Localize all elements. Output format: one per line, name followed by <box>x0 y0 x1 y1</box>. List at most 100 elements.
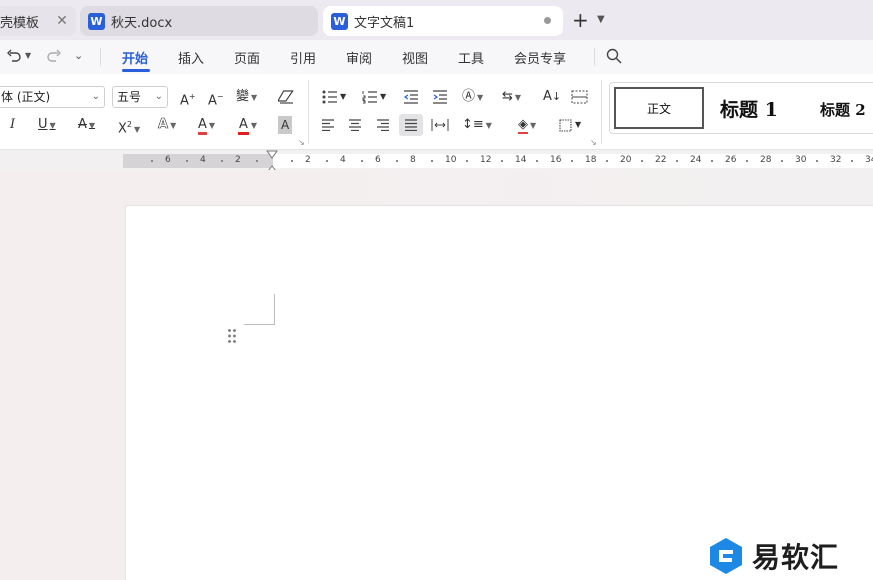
tab-autumn-doc[interactable]: W 秋天.docx <box>80 6 318 36</box>
style-normal[interactable]: 正文 <box>614 87 704 129</box>
ruler-number: 20 <box>620 155 632 165</box>
ruler-tick <box>430 160 433 162</box>
style-heading-2[interactable]: 标题 2 <box>820 99 866 120</box>
ruler-number: 6 <box>165 155 171 165</box>
decrease-indent-icon[interactable] <box>403 90 419 104</box>
chinese-layout-button[interactable]: ⇆ ▼ <box>502 88 521 107</box>
ruler-tick <box>675 160 678 162</box>
drag-handle-icon[interactable] <box>227 328 237 344</box>
ruler-number: 30 <box>795 155 807 165</box>
ruler-number: 32 <box>830 155 842 165</box>
font-color-button[interactable]: A ▼ <box>238 116 257 135</box>
align-right-icon[interactable] <box>376 119 390 131</box>
strikethrough-button[interactable]: A ▼ <box>78 116 95 135</box>
chevron-down-icon[interactable]: ▼ <box>575 116 581 134</box>
underline-button[interactable]: U ▼ <box>38 116 56 135</box>
ruler-number: 4 <box>340 155 346 165</box>
align-center-icon[interactable] <box>348 119 362 131</box>
divider <box>594 48 595 66</box>
undo-dropdown-icon[interactable]: ▼ <box>25 51 31 60</box>
ruler-number: 24 <box>690 155 702 165</box>
show-marks-icon[interactable] <box>571 90 588 104</box>
justify-button[interactable] <box>399 114 423 136</box>
page-margin-corner <box>244 294 275 325</box>
bullet-list-icon[interactable] <box>322 90 338 104</box>
numbered-list-icon[interactable] <box>362 90 378 104</box>
chevron-down-icon[interactable]: ▼ <box>380 88 386 106</box>
tab-template[interactable]: 壳模板 ✕ <box>0 6 76 36</box>
phonetic-guide-button[interactable]: 變 ▼ <box>236 88 257 107</box>
ruler-tick <box>535 160 538 162</box>
chevron-down-icon: ⌄ <box>91 91 100 102</box>
strikethrough-icon: A <box>78 117 87 132</box>
line-spacing-button[interactable]: ↕≡ ▼ <box>462 116 492 135</box>
superscript-icon: X <box>118 121 127 137</box>
ruler-tick <box>570 160 573 162</box>
more-quick-access-icon[interactable]: ⌄ <box>74 49 83 62</box>
font-color-icon: A <box>238 117 249 135</box>
tab-document1[interactable]: W 文字文稿1 <box>323 6 563 36</box>
ruler-tick <box>710 160 713 162</box>
menu-references[interactable]: 引用 <box>290 48 316 67</box>
ruler-tick <box>185 160 188 162</box>
menu-tools[interactable]: 工具 <box>458 48 484 67</box>
paragraph-dialog-launcher-icon[interactable]: ↘ <box>590 138 597 147</box>
highlight-button[interactable]: A ▼ <box>198 116 215 135</box>
chevron-down-icon[interactable]: ▼ <box>597 14 605 25</box>
ruler-tick <box>850 160 853 162</box>
new-tab-button[interactable]: + <box>572 10 589 30</box>
ruler-number: 2 <box>235 155 241 165</box>
first-line-indent-marker-icon[interactable] <box>266 150 278 159</box>
ruler-tick <box>395 160 398 162</box>
ruler-number: 26 <box>725 155 737 165</box>
align-left-icon[interactable] <box>321 119 335 131</box>
increase-indent-icon[interactable] <box>432 90 448 104</box>
border-icon[interactable] <box>559 119 572 132</box>
ruler-tick <box>325 160 328 162</box>
font-size-select[interactable]: 五号 ⌄ <box>112 86 168 108</box>
font-dialog-launcher-icon[interactable]: ↘ <box>298 138 305 147</box>
grow-font-icon: A <box>180 93 189 109</box>
search-icon[interactable] <box>606 48 622 64</box>
tab-document1-label: 文字文稿1 <box>354 15 415 31</box>
undo-icon[interactable] <box>6 49 22 63</box>
font-name-select[interactable]: 体 (正文) ⌄ <box>0 86 105 108</box>
shading-button[interactable]: ◈ ▼ <box>518 116 536 135</box>
ruler-tick <box>255 160 258 162</box>
shrink-font-icon: A <box>208 93 217 109</box>
ruler-margin-area <box>123 154 273 168</box>
grow-font-button[interactable]: A+ <box>180 88 196 110</box>
chevron-down-icon[interactable]: ▼ <box>340 88 346 106</box>
text-effect-button[interactable]: A ▼ <box>158 116 177 135</box>
watermark-logo-icon <box>710 538 742 574</box>
divider <box>100 48 101 66</box>
document-page[interactable] <box>125 205 873 580</box>
phonetic-icon: 變 <box>236 89 250 104</box>
style-heading-1[interactable]: 标题 1 <box>720 95 778 122</box>
eraser-icon[interactable] <box>278 89 295 104</box>
shrink-font-button[interactable]: A− <box>208 88 224 110</box>
close-icon[interactable]: ✕ <box>54 13 70 29</box>
menu-view[interactable]: 视图 <box>402 48 428 67</box>
ruler-number: 12 <box>480 155 492 165</box>
menu-home[interactable]: 开始 <box>122 48 148 67</box>
superscript-button[interactable]: X2▼ <box>118 116 140 139</box>
ruler-number: 10 <box>445 155 457 165</box>
menu-review[interactable]: 审阅 <box>346 48 372 67</box>
distributed-align-icon[interactable] <box>431 118 449 132</box>
word-doc-icon: W <box>331 12 348 30</box>
ruler-number: 4 <box>200 155 206 165</box>
sort-button[interactable]: A↓ <box>543 88 561 106</box>
italic-button[interactable]: I <box>10 116 15 134</box>
text-direction-button[interactable]: Ⓐ ▼ <box>462 88 483 107</box>
horizontal-ruler[interactable]: 642246810121416182022242628303234 <box>123 154 873 168</box>
char-shading-button[interactable]: A <box>278 116 293 134</box>
tab-autumn-doc-label: 秋天.docx <box>111 15 173 31</box>
ruler-number: 8 <box>410 155 416 165</box>
menu-member[interactable]: 会员专享 <box>514 48 566 67</box>
watermark: 易软汇 <box>706 536 839 576</box>
redo-icon[interactable] <box>46 49 62 63</box>
menu-page[interactable]: 页面 <box>234 48 260 67</box>
menu-insert[interactable]: 插入 <box>178 48 204 67</box>
style-gallery: 正文 标题 1 标题 2 <box>609 82 873 134</box>
